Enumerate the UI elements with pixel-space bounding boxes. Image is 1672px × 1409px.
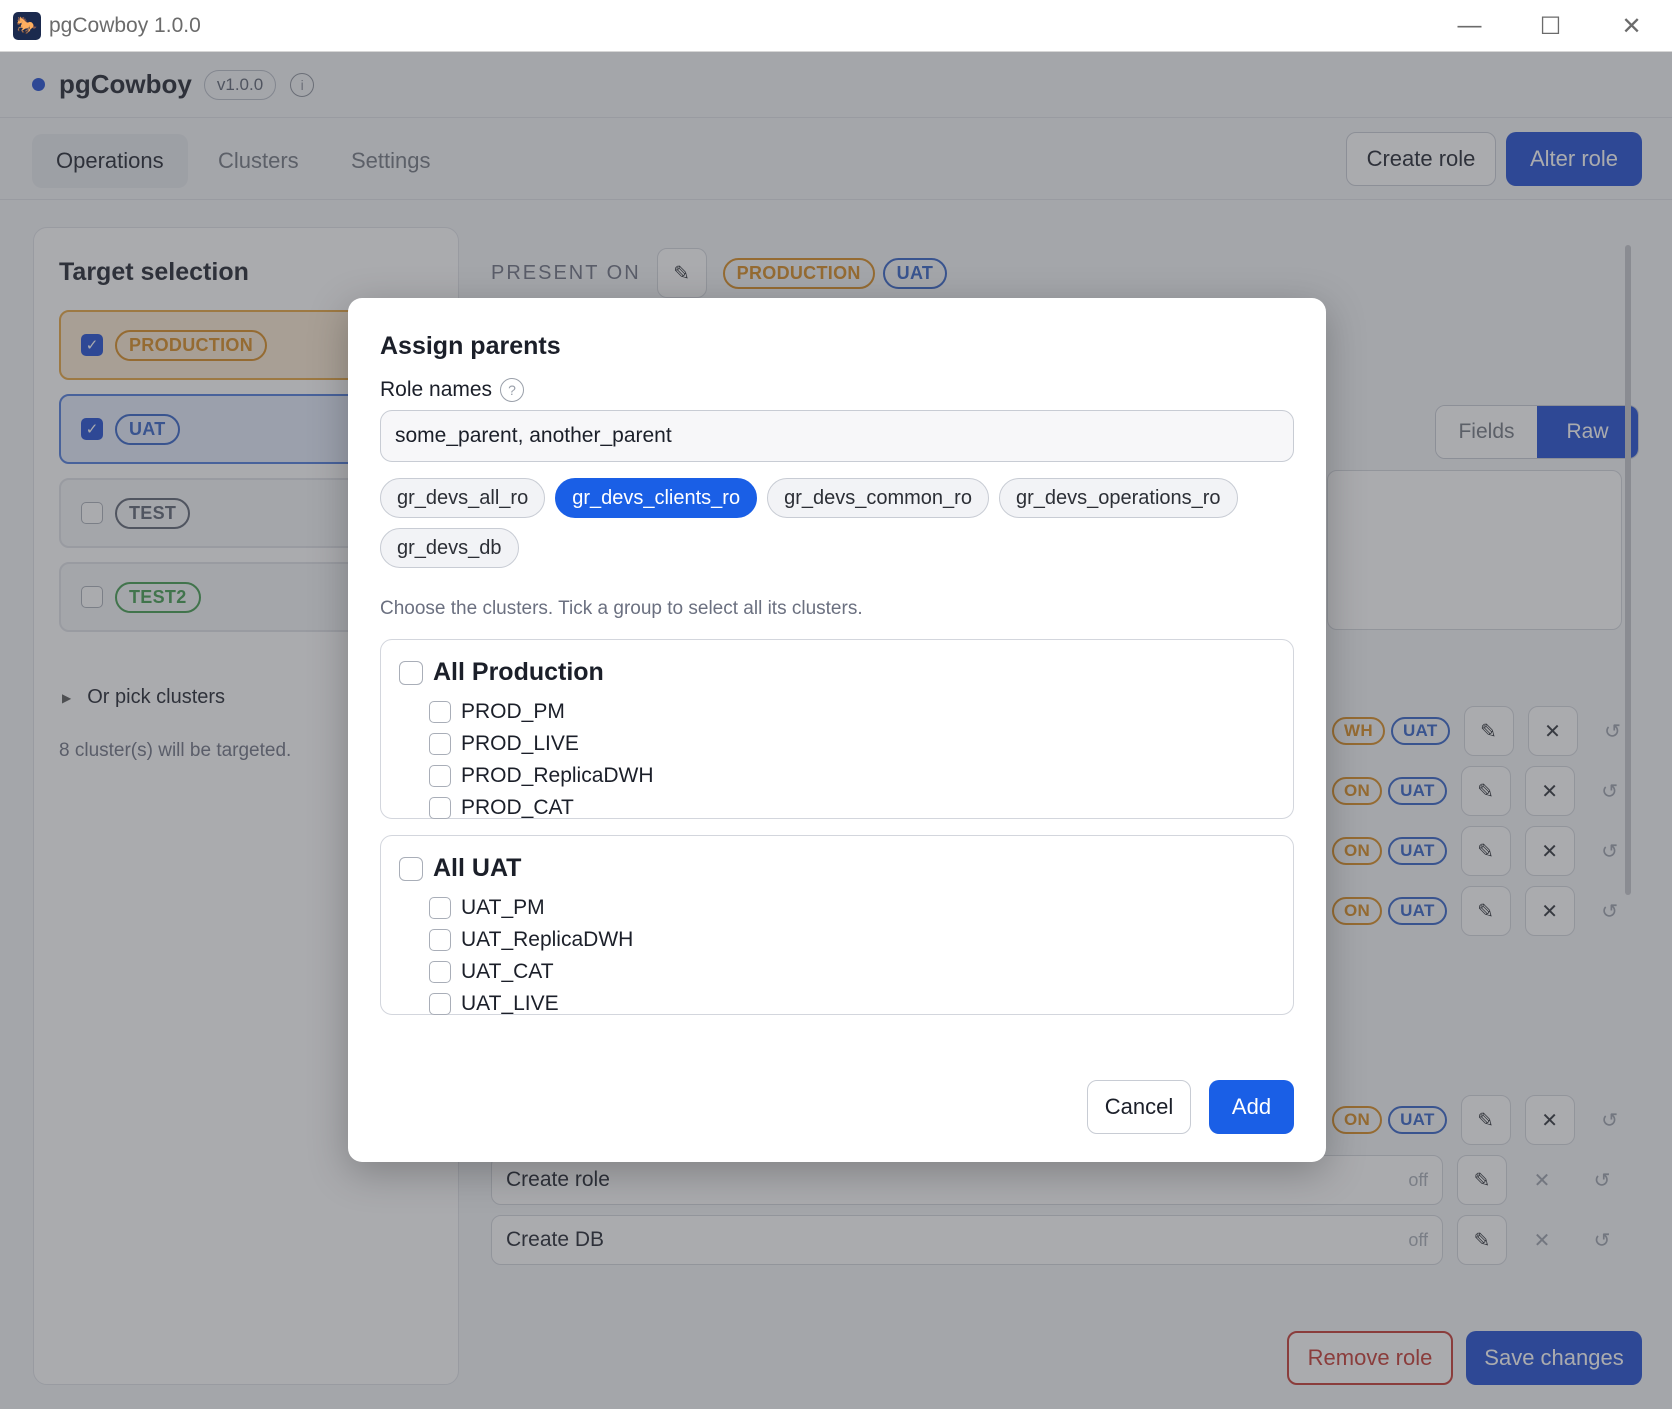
checkbox[interactable] [429,733,451,755]
assign-parents-dialog: Assign parents Role names ? gr_devs_all_… [348,298,1326,1162]
suggestion-chip-selected[interactable]: gr_devs_clients_ro [555,478,758,518]
cluster-label: UAT_PM [461,896,545,919]
help-icon[interactable]: ? [500,378,525,402]
app-icon: 🐎 [13,11,41,40]
checkbox[interactable] [429,897,451,919]
role-names-input[interactable] [380,410,1294,462]
cancel-button[interactable]: Cancel [1087,1080,1191,1134]
group-checkbox[interactable] [399,856,423,881]
checkbox[interactable] [429,929,451,951]
cluster-item[interactable]: PROD_LIVE [429,728,654,760]
group-checkbox[interactable] [399,660,423,685]
cluster-item[interactable]: UAT_CAT [429,956,633,988]
cluster-item[interactable]: UAT_PM [429,892,633,924]
maximize-button[interactable]: ☐ [1510,0,1591,52]
suggestion-chip[interactable]: gr_devs_all_ro [380,478,546,518]
role-names-label: Role names ? [380,378,525,402]
group-title: All Production [433,658,604,686]
suggestion-chip[interactable]: gr_devs_db [380,528,519,568]
group-header[interactable]: All UAT [399,854,521,883]
cluster-item[interactable]: UAT_LIVE [429,988,633,1020]
title-bar: 🐎 pgCowboy 1.0.0 — ☐ ✕ [0,0,1672,52]
suggestion-chip[interactable]: gr_devs_common_ro [767,478,989,518]
cluster-item[interactable]: UAT_ReplicaDWH [429,924,633,956]
checkbox[interactable] [429,701,451,723]
checkbox[interactable] [429,797,451,819]
cluster-label: UAT_LIVE [461,992,559,1015]
group-header[interactable]: All Production [399,658,604,687]
cluster-list: UAT_PM UAT_ReplicaDWH UAT_CAT UAT_LIVE [429,892,633,1020]
cluster-label: PROD_PM [461,700,565,723]
cluster-item[interactable]: PROD_CAT [429,792,654,824]
cluster-label: PROD_ReplicaDWH [461,764,654,787]
role-suggestions: gr_devs_all_ro gr_devs_clients_ro gr_dev… [380,478,1294,568]
group-all-uat: All UAT UAT_PM UAT_ReplicaDWH UAT_CAT UA… [380,835,1294,1015]
cluster-label: PROD_LIVE [461,732,579,755]
cluster-list: PROD_PM PROD_LIVE PROD_ReplicaDWH PROD_C… [429,696,654,824]
suggestion-chip[interactable]: gr_devs_operations_ro [998,478,1238,518]
minimize-button[interactable]: — [1429,0,1510,52]
add-button[interactable]: Add [1209,1080,1294,1134]
checkbox[interactable] [429,961,451,983]
close-window-button[interactable]: ✕ [1591,0,1672,52]
cluster-hint: Choose the clusters. Tick a group to sel… [380,598,863,619]
window-title: pgCowboy 1.0.0 [49,13,201,37]
checkbox[interactable] [429,993,451,1015]
checkbox[interactable] [429,765,451,787]
dialog-title: Assign parents [380,332,561,360]
group-title: All UAT [433,854,522,882]
cluster-label: PROD_CAT [461,796,574,819]
role-names-text: Role names [380,378,493,401]
cluster-label: UAT_CAT [461,960,554,983]
cluster-item[interactable]: PROD_PM [429,696,654,728]
group-all-production: All Production PROD_PM PROD_LIVE PROD_Re… [380,639,1294,819]
cluster-label: UAT_ReplicaDWH [461,928,634,951]
cluster-item[interactable]: PROD_ReplicaDWH [429,760,654,792]
